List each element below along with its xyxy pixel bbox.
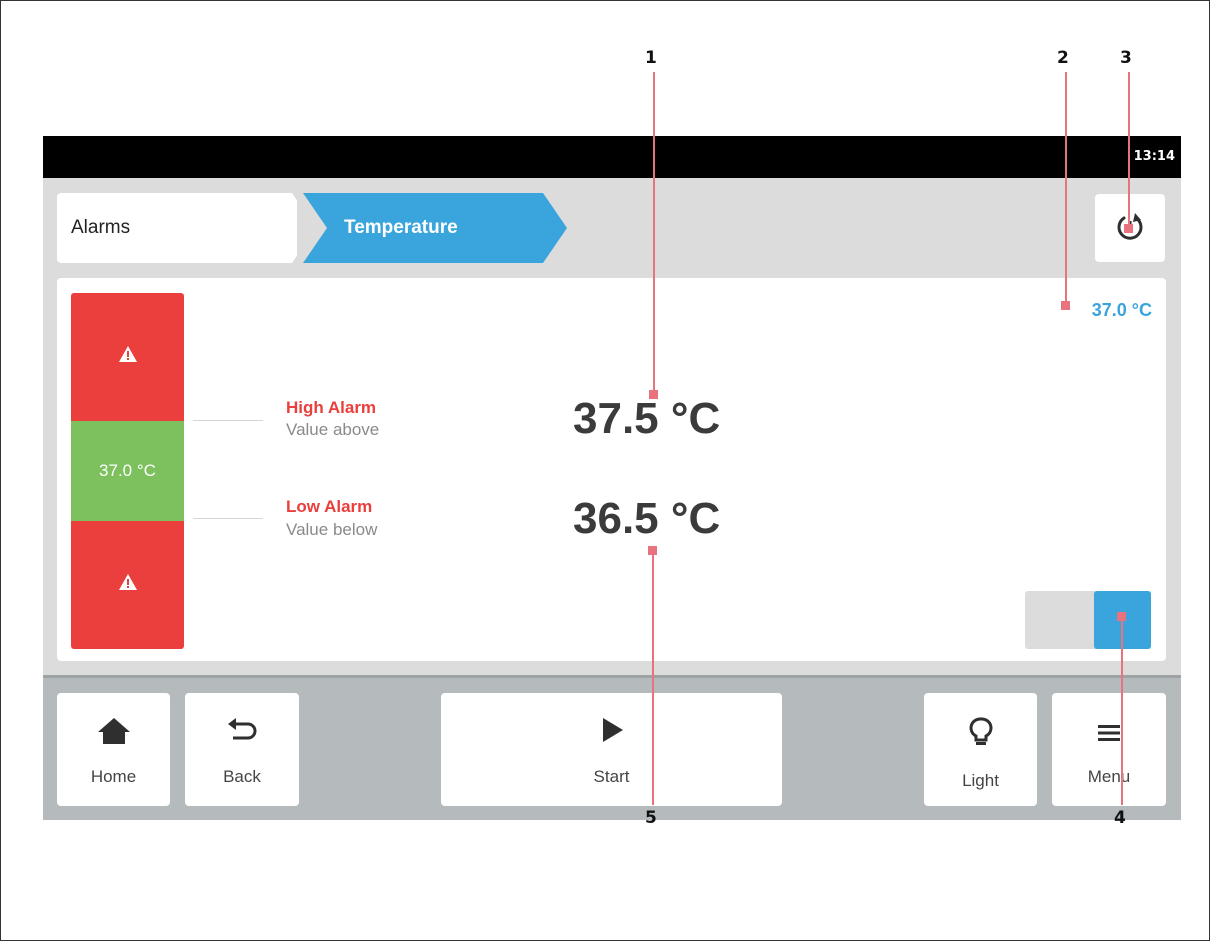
- device-screen: 13:14 Alarms Temperature 37.0 °C High Al…: [43, 136, 1181, 820]
- callout-number-1: 1: [645, 48, 657, 68]
- status-time: 13:14: [1133, 149, 1175, 164]
- bottom-nav: Home Back Start Light Menu: [43, 675, 1181, 820]
- alarm-toggle[interactable]: [1025, 591, 1151, 649]
- callout-line-1: [653, 72, 655, 394]
- low-alarm-title: Low Alarm: [286, 497, 373, 516]
- high-alarm-zone: [71, 293, 184, 421]
- breadcrumb-alarms[interactable]: Alarms: [57, 193, 297, 263]
- callout-number-3: 3: [1120, 48, 1132, 68]
- warning-icon: [118, 573, 138, 596]
- light-button[interactable]: Light: [924, 693, 1037, 806]
- low-alarm-subtitle: Value below: [286, 520, 378, 539]
- callout-marker-2: [1061, 301, 1070, 310]
- normal-zone: 37.0 °C: [71, 421, 184, 521]
- warning-icon: [118, 345, 138, 368]
- lightbulb-icon: [924, 717, 1037, 749]
- bar-current-value: 37.0 °C: [99, 461, 156, 480]
- high-alarm-title: High Alarm: [286, 398, 377, 417]
- home-button[interactable]: Home: [57, 693, 170, 806]
- light-label: Light: [962, 771, 999, 790]
- high-alarm-value[interactable]: 37.5 °C: [573, 394, 720, 444]
- hamburger-menu-icon: [1052, 725, 1166, 741]
- low-alarm-zone: [71, 521, 184, 649]
- current-temperature: 37.0 °C: [1091, 300, 1152, 320]
- callout-line-2: [1065, 72, 1067, 310]
- home-label: Home: [90, 767, 137, 786]
- alarm-range-bar: 37.0 °C: [71, 293, 184, 649]
- breadcrumb-temperature[interactable]: Temperature: [303, 193, 567, 263]
- callout-line-3: [1128, 72, 1130, 228]
- callout-line-4: [1121, 617, 1123, 805]
- alarm-panel: 37.0 °C High Alarm Value above 37.5 °C L…: [57, 278, 1166, 661]
- callout-marker-3: [1124, 224, 1133, 233]
- menu-label: Menu: [1087, 767, 1131, 786]
- callout-number-2: 2: [1057, 48, 1069, 68]
- back-button[interactable]: Back: [185, 693, 299, 806]
- status-bar: 13:14: [43, 136, 1181, 178]
- callout-number-5: 5: [645, 808, 657, 828]
- menu-button[interactable]: Menu: [1052, 693, 1166, 806]
- back-arrow-icon: [185, 717, 299, 745]
- play-icon: [441, 717, 782, 743]
- home-icon: [57, 717, 170, 745]
- high-threshold-line: [193, 420, 263, 421]
- low-alarm-value[interactable]: 36.5 °C: [573, 494, 720, 544]
- callout-marker-1: [649, 390, 658, 399]
- start-button[interactable]: Start: [441, 693, 782, 806]
- high-alarm-subtitle: Value above: [286, 420, 380, 439]
- callout-line-5: [652, 551, 654, 805]
- back-label: Back: [223, 767, 261, 786]
- callout-number-4: 4: [1114, 808, 1126, 828]
- low-threshold-line: [193, 518, 263, 519]
- start-label: Start: [593, 767, 630, 786]
